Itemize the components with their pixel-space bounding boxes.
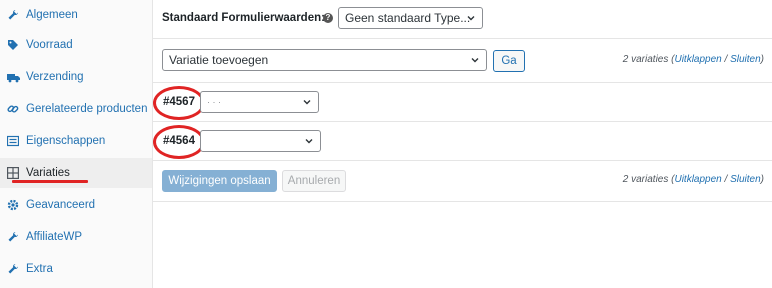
default-type-select[interactable]: Geen standaard Type... xyxy=(338,7,483,29)
grid-icon xyxy=(6,166,20,180)
sidebar-item-label: Verzending xyxy=(26,71,84,83)
product-data-tabs: Algemeen Voorraad Verzending Gerelateerd… xyxy=(0,0,153,288)
variation-count: 2 variaties (Uitklappen / Sluiten) xyxy=(622,174,764,185)
expand-link[interactable]: Uitklappen xyxy=(674,54,721,65)
chevron-down-icon xyxy=(303,100,311,105)
sidebar-item-algemeen[interactable]: Algemeen xyxy=(0,0,152,30)
sidebar-item-voorraad[interactable]: Voorraad xyxy=(0,30,152,60)
sidebar-item-geavanceerd[interactable]: Geavanceerd xyxy=(0,190,152,220)
variation-attribute-select[interactable]: · · · xyxy=(200,91,319,113)
sidebar-item-extra[interactable]: Extra xyxy=(0,254,152,284)
gear-icon xyxy=(6,198,20,212)
sidebar-item-label: Variaties xyxy=(26,167,70,179)
tag-icon xyxy=(6,38,20,52)
sidebar-item-affiliatewp[interactable]: AffiliateWP xyxy=(0,222,152,252)
sidebar-item-label: Eigenschappen xyxy=(26,135,106,147)
variation-attribute-select[interactable] xyxy=(200,130,321,152)
annotation-underline xyxy=(12,180,88,183)
add-variation-select[interactable]: Variatie toevoegen xyxy=(162,49,487,71)
annotation-circle xyxy=(153,86,205,120)
chevron-down-icon xyxy=(467,16,475,21)
divider xyxy=(152,38,772,39)
link-icon xyxy=(6,102,20,116)
divider xyxy=(152,82,772,83)
list-icon xyxy=(6,134,20,148)
sidebar-item-variaties[interactable]: Variaties xyxy=(0,158,152,188)
wrench-icon xyxy=(6,8,20,22)
wrench-icon xyxy=(6,262,20,276)
sidebar-item-label: Gerelateerde producten xyxy=(26,103,148,115)
annotation-circle xyxy=(153,125,205,159)
sidebar-item-label: Extra xyxy=(26,263,53,275)
default-form-values-label: Standaard Formulierwaarden: xyxy=(162,12,325,24)
cancel-button[interactable]: Annuleren xyxy=(282,170,346,192)
chevron-down-icon xyxy=(305,139,313,144)
truck-icon xyxy=(6,70,20,84)
sidebar-item-eigenschappen[interactable]: Eigenschappen xyxy=(0,126,152,156)
expand-link[interactable]: Uitklappen xyxy=(674,174,721,185)
sidebar-item-label: Geavanceerd xyxy=(26,199,96,211)
close-link[interactable]: Sluiten xyxy=(730,174,761,185)
help-icon[interactable]: ? xyxy=(323,13,333,23)
wrench-icon xyxy=(6,230,20,244)
chevron-down-icon xyxy=(471,58,479,63)
sidebar-item-label: Algemeen xyxy=(26,9,78,21)
divider xyxy=(152,160,772,161)
variation-count: 2 variaties (Uitklappen / Sluiten) xyxy=(622,54,764,65)
divider xyxy=(152,121,772,122)
close-link[interactable]: Sluiten xyxy=(730,54,761,65)
sidebar-item-gerelateerde-producten[interactable]: Gerelateerde producten xyxy=(0,94,152,124)
sidebar-item-label: AffiliateWP xyxy=(26,231,83,243)
sidebar-item-label: Voorraad xyxy=(26,39,73,51)
variations-panel: Standaard Formulierwaarden: ? Geen stand… xyxy=(152,0,772,288)
save-changes-button[interactable]: Wijzigingen opslaan xyxy=(162,170,277,192)
sidebar-item-verzending[interactable]: Verzending xyxy=(0,62,152,92)
go-button[interactable]: Ga xyxy=(493,50,525,72)
divider xyxy=(152,201,772,202)
